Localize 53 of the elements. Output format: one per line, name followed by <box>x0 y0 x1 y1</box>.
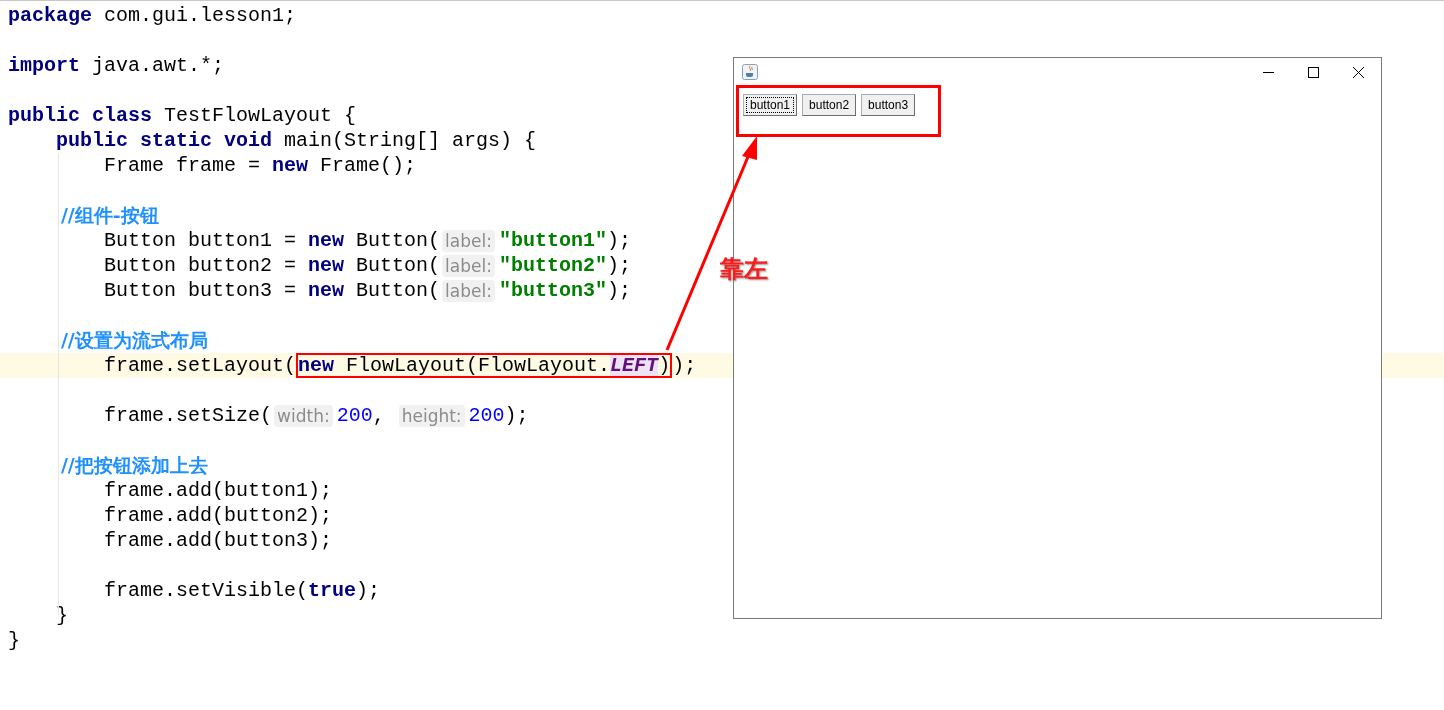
constant-name: LEFT <box>610 355 659 376</box>
code-text: frame.setVisible( <box>103 578 309 603</box>
code-comment: //把按钮添加上去 <box>59 453 208 478</box>
code-text: FlowLayout(FlowLayout. <box>345 355 611 376</box>
code-text: frame.add(button1); <box>103 478 333 503</box>
code-text: TestFlowLayout { <box>163 103 357 128</box>
code-text: ); <box>606 278 631 303</box>
code-text: Button button1 = <box>103 228 298 253</box>
keyword: public static void <box>55 128 273 153</box>
keyword: new <box>298 355 335 376</box>
code-text: main(String[] args) { <box>283 128 537 153</box>
keyword: new <box>308 278 345 303</box>
code-text: Button( <box>355 253 441 278</box>
code-comment: //组件-按钮 <box>59 203 159 228</box>
number-literal: 200 <box>336 403 373 428</box>
code-text: Button( <box>355 228 441 253</box>
code-text: frame.add(button3); <box>103 528 333 553</box>
keyword: import <box>8 53 80 78</box>
code-text: } <box>8 628 20 653</box>
code-text: , <box>372 403 386 428</box>
code-text: ); <box>504 403 529 428</box>
code-text: java.awt.*; <box>91 53 225 78</box>
string-literal: "button3" <box>498 278 607 303</box>
code-text: ); <box>606 228 631 253</box>
code-text: Button button3 = <box>103 278 298 303</box>
code-text: Button button2 = <box>103 253 298 278</box>
code-text: ) <box>658 355 671 376</box>
keyword: new <box>308 253 345 278</box>
string-literal: "button2" <box>498 253 607 278</box>
code-text: ); <box>606 253 631 278</box>
code-text: frame.setLayout( <box>103 353 297 378</box>
code-text: frame.add(button2); <box>103 503 333 528</box>
parameter-hint: label: <box>442 279 495 302</box>
parameter-hint: width: <box>274 404 333 427</box>
code-text: Button( <box>355 278 441 303</box>
keyword: public class <box>8 103 153 128</box>
code-comment: //设置为流式布局 <box>59 328 208 353</box>
keyword: true <box>308 578 357 603</box>
keyword: package <box>8 3 92 28</box>
code-text: com.gui.lesson1; <box>103 3 297 28</box>
code-text: Frame frame = <box>103 153 262 178</box>
number-literal: 200 <box>468 403 505 428</box>
keyword: new <box>308 228 345 253</box>
code-text: ); <box>356 578 381 603</box>
code-text: Frame(); <box>319 153 417 178</box>
code-text: } <box>55 603 68 628</box>
code-text: ); <box>672 353 697 378</box>
string-literal: "button1" <box>498 228 607 253</box>
parameter-hint: label: <box>442 229 495 252</box>
parameter-hint: height: <box>398 404 465 427</box>
keyword: new <box>272 153 309 178</box>
parameter-hint: label: <box>442 254 495 277</box>
code-text: frame.setSize( <box>103 403 273 428</box>
